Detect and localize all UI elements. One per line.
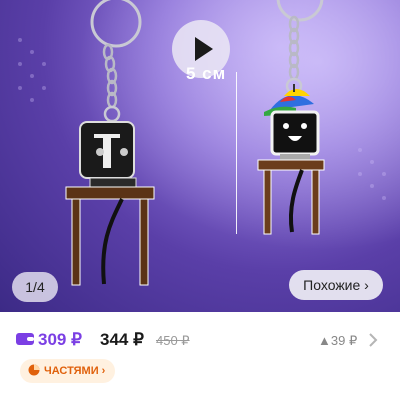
installments-label: ЧАСТЯМИ <box>44 365 99 377</box>
dimension-line <box>236 72 237 234</box>
wallet-icon <box>16 333 34 345</box>
image-counter-current: 1 <box>25 279 34 295</box>
installments-badge[interactable]: ЧАСТЯМИ › <box>20 359 116 383</box>
price-difference: ▲39 ₽ <box>318 333 358 348</box>
current-price: 344 ₽ <box>100 330 144 349</box>
dimension-label: 5 см <box>186 64 227 83</box>
product-image-gallery[interactable]: 5 см 1/4 Похожие › <box>0 0 400 312</box>
pie-chart-icon <box>28 364 40 376</box>
image-counter: 1/4 <box>12 272 58 302</box>
price-row[interactable]: 309 ₽ 344 ₽ 450 ₽ ▲39 ₽ <box>0 322 400 358</box>
similar-products-button[interactable]: Похожие › <box>289 270 383 300</box>
image-counter-total: 4 <box>36 279 45 295</box>
wallet-price: 309 ₽ <box>38 330 82 349</box>
old-price: 450 ₽ <box>156 333 190 348</box>
chevron-right-icon[interactable] <box>368 332 378 348</box>
